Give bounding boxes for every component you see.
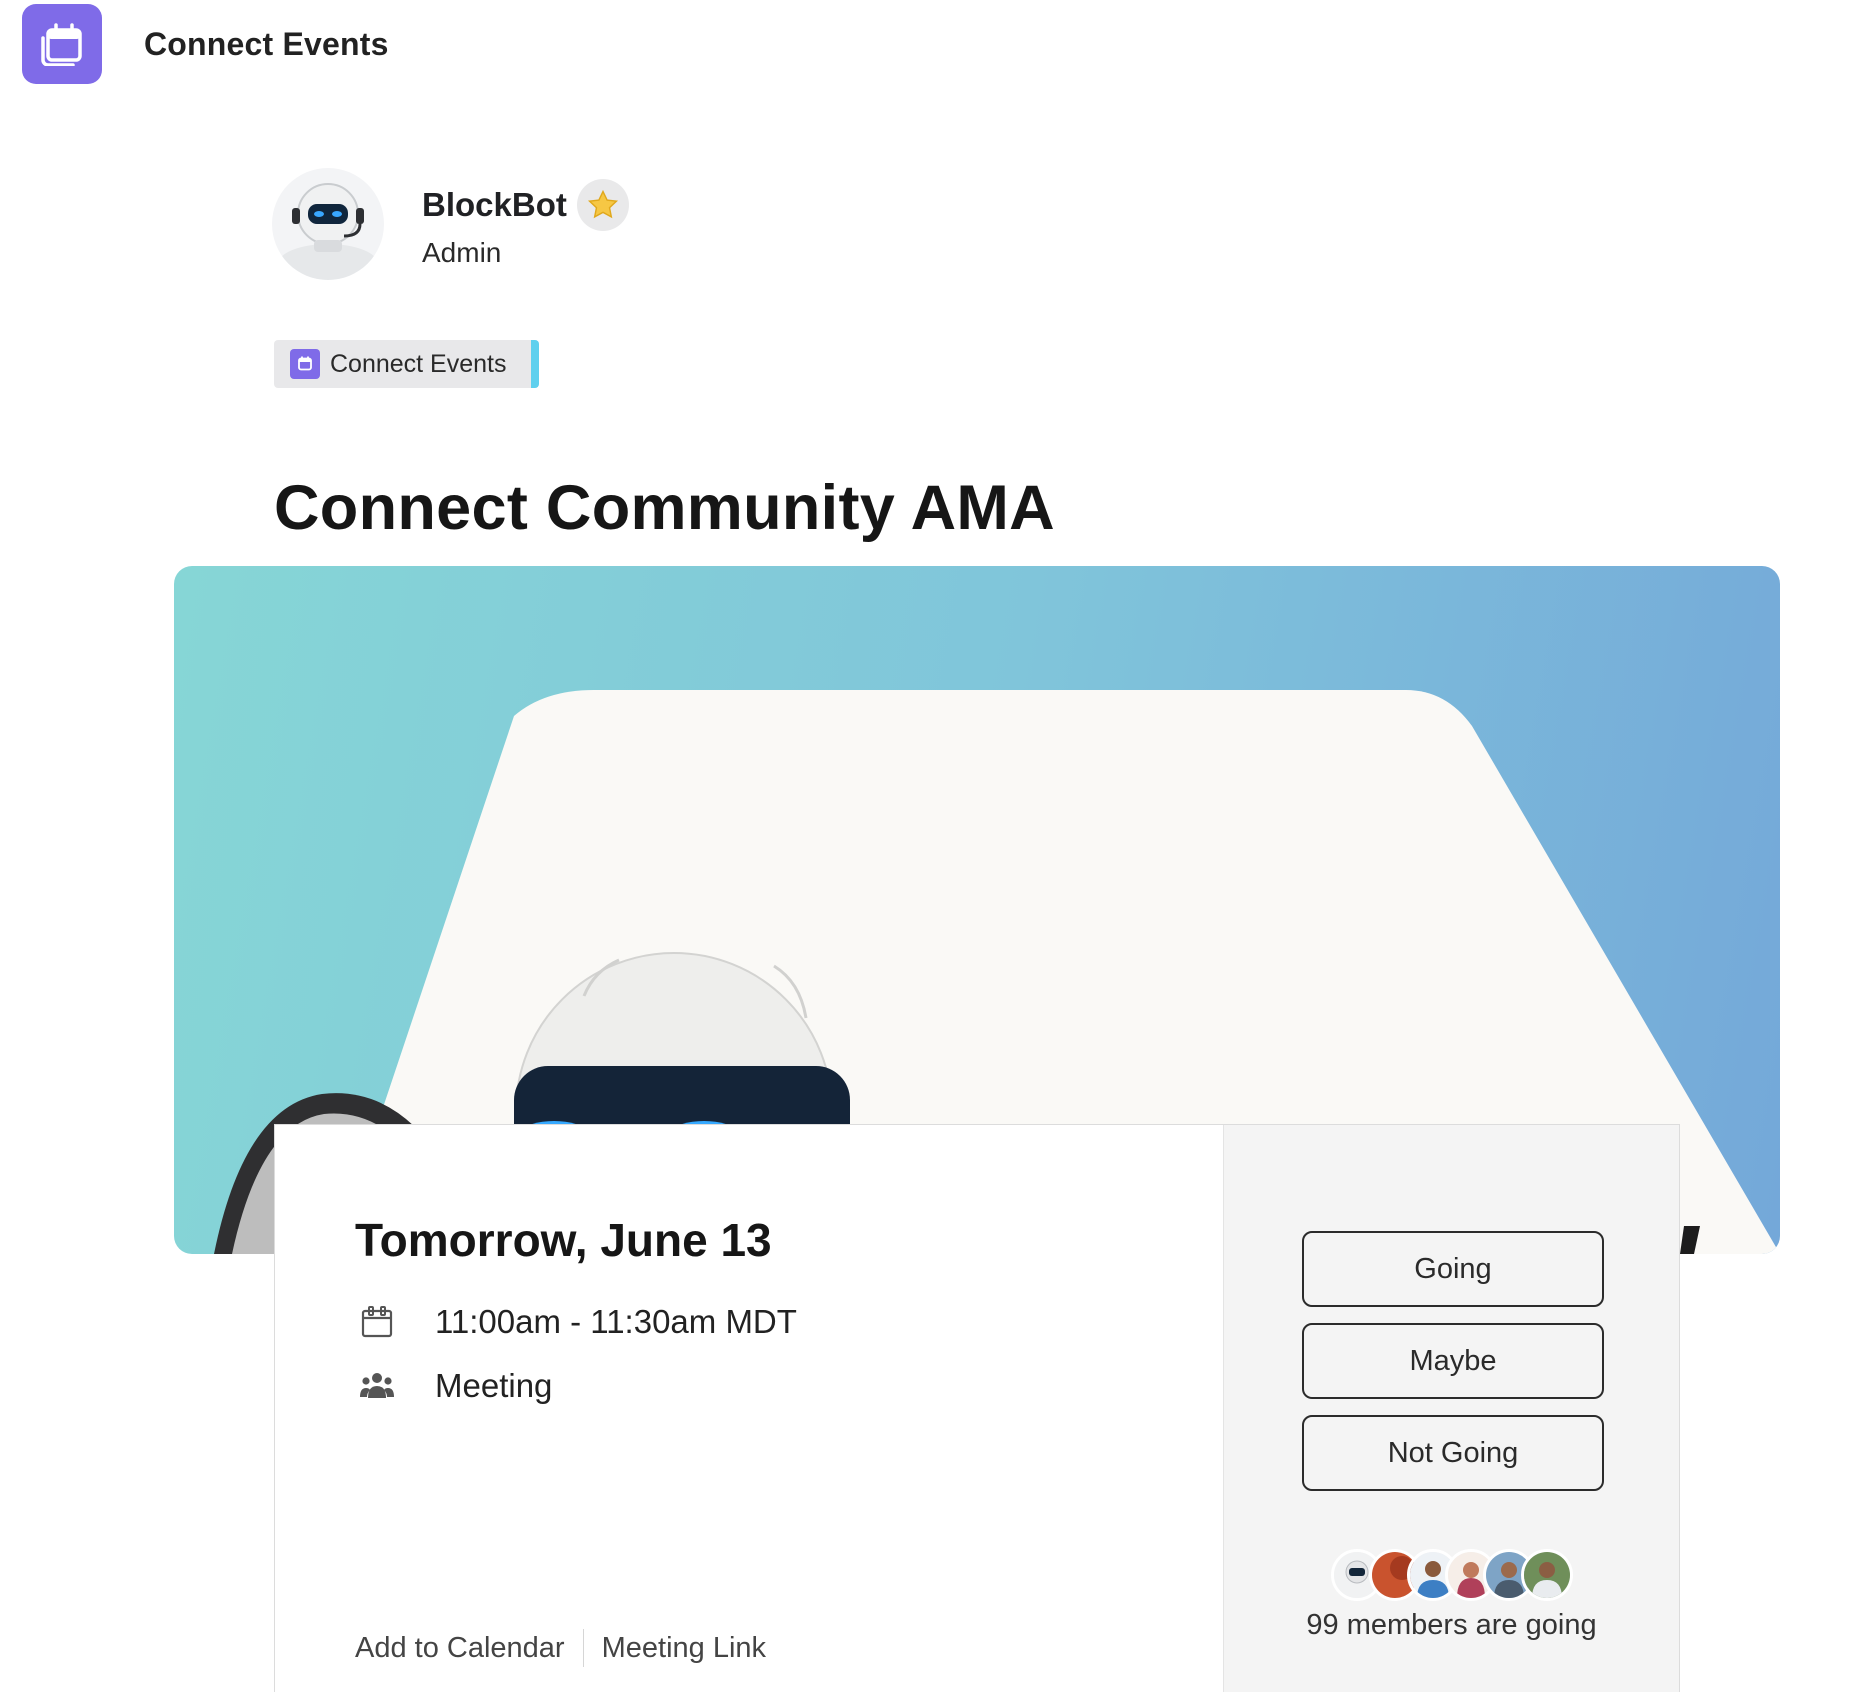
attendee-avatars[interactable] bbox=[1224, 1549, 1679, 1601]
author-role: Admin bbox=[422, 237, 502, 268]
add-to-calendar-link[interactable]: Add to Calendar bbox=[355, 1632, 565, 1665]
event-time-row: 11:00am - 11:30am MDT bbox=[359, 1303, 797, 1341]
not-going-button[interactable]: Not Going bbox=[1302, 1415, 1604, 1491]
avatar[interactable] bbox=[272, 168, 384, 280]
event-info-panel: Tomorrow, June 13 11:00am - 11:30am MDT bbox=[275, 1125, 1223, 1692]
attendee-avatar[interactable] bbox=[1520, 1549, 1573, 1601]
star-icon bbox=[576, 179, 629, 231]
meeting-link[interactable]: Meeting Link bbox=[602, 1632, 766, 1665]
event-date: Tomorrow, June 13 bbox=[355, 1214, 772, 1266]
rsvp-panel: Going Maybe Not Going 99 members are goi… bbox=[1223, 1125, 1679, 1692]
space-tag-label: Connect Events bbox=[330, 349, 507, 378]
going-button[interactable]: Going bbox=[1302, 1231, 1604, 1307]
calendar-icon bbox=[359, 1304, 395, 1340]
event-type: Meeting bbox=[435, 1367, 553, 1404]
calendar-icon[interactable] bbox=[22, 4, 102, 84]
app-title[interactable]: Connect Events bbox=[144, 26, 389, 63]
event-type-row: Meeting bbox=[359, 1367, 552, 1405]
post-author: BlockBot Admin bbox=[272, 168, 629, 280]
event-details-card: Tomorrow, June 13 11:00am - 11:30am MDT bbox=[274, 1124, 1680, 1692]
people-group-icon bbox=[359, 1368, 395, 1404]
space-tag[interactable]: Connect Events bbox=[274, 340, 539, 388]
maybe-button[interactable]: Maybe bbox=[1302, 1323, 1604, 1399]
event-time: 11:00am - 11:30am MDT bbox=[435, 1303, 797, 1340]
app-header: Connect Events bbox=[22, 4, 389, 84]
page-title: Connect Community AMA bbox=[274, 473, 1055, 543]
divider bbox=[582, 1629, 584, 1667]
author-name[interactable]: BlockBot bbox=[422, 186, 567, 224]
event-actions: Add to Calendar Meeting Link bbox=[355, 1629, 766, 1667]
calendar-icon bbox=[290, 349, 320, 379]
going-count[interactable]: 99 members are going bbox=[1224, 1609, 1679, 1642]
